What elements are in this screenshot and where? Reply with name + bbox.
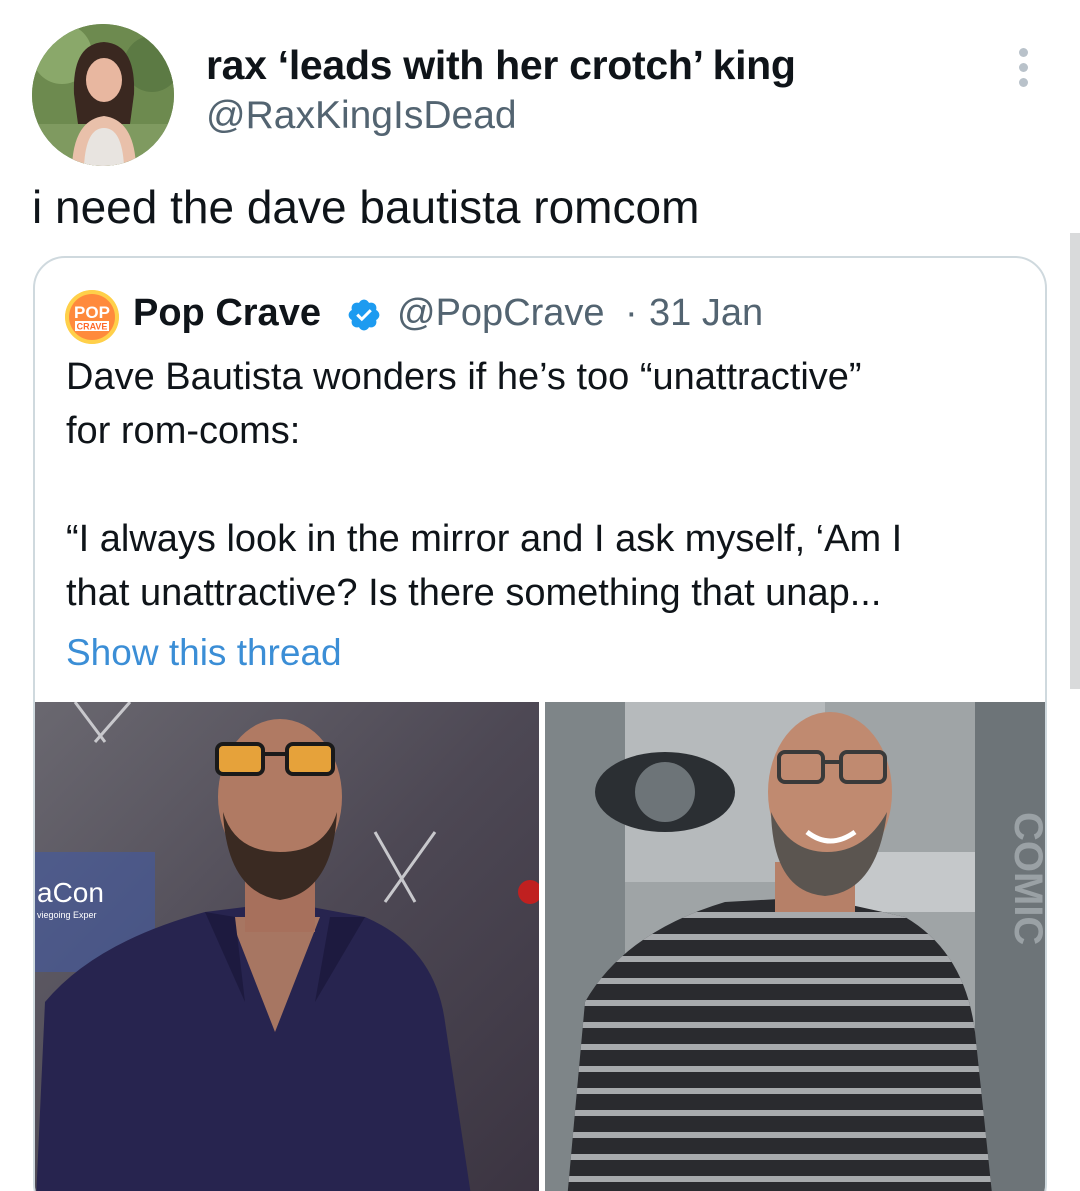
quoted-avatar[interactable]: POP CRAVE xyxy=(65,290,119,344)
show-thread-link[interactable]: Show this thread xyxy=(66,632,342,674)
author-display-name[interactable]: rax ‘leads with her crotch’ king xyxy=(206,42,796,89)
quoted-date: 31 Jan xyxy=(649,292,764,334)
more-dot xyxy=(1019,78,1028,87)
quoted-photo-left[interactable]: aCon viegoing Exper xyxy=(35,702,539,1191)
more-dots-icon[interactable] xyxy=(1008,44,1042,90)
verified-badge-icon xyxy=(348,299,380,331)
quoted-separator: · xyxy=(625,292,638,334)
quoted-text-line: “I always look in the mirror and I ask m… xyxy=(66,518,903,560)
photo-backdrop-subtext: viegoing Exper xyxy=(37,910,97,920)
quoted-handle: @PopCrave xyxy=(397,292,605,334)
quoted-text-line: Dave Bautista wonders if he’s too “unatt… xyxy=(66,356,862,398)
photo-backdrop-text: COMIC xyxy=(1006,812,1047,945)
quoted-text-line: for rom-coms: xyxy=(66,410,301,452)
tweet-text: i need the dave bautista romcom xyxy=(32,181,700,233)
quoted-avatar-pop: POP xyxy=(74,303,110,322)
more-dot xyxy=(1019,63,1028,72)
author-handle[interactable]: @RaxKingIsDead xyxy=(206,94,517,138)
quoted-name: Pop Crave xyxy=(133,292,321,334)
quoted-photo-right[interactable]: COMIC xyxy=(545,702,1047,1191)
quoted-tweet-card[interactable]: POP CRAVE Pop Crave @PopCrave · 31 Jan D… xyxy=(33,256,1047,1191)
quoted-avatar-crave: CRAVE xyxy=(77,322,108,332)
author-avatar[interactable] xyxy=(32,24,174,166)
more-dot xyxy=(1019,48,1028,57)
tweet-screen: rax ‘leads with her crotch’ king @RaxKin… xyxy=(0,0,1080,1191)
quoted-text-line: that unattractive? Is there something th… xyxy=(66,572,882,614)
scrollbar[interactable] xyxy=(1070,233,1080,689)
photo-backdrop-text: aCon xyxy=(37,877,104,908)
